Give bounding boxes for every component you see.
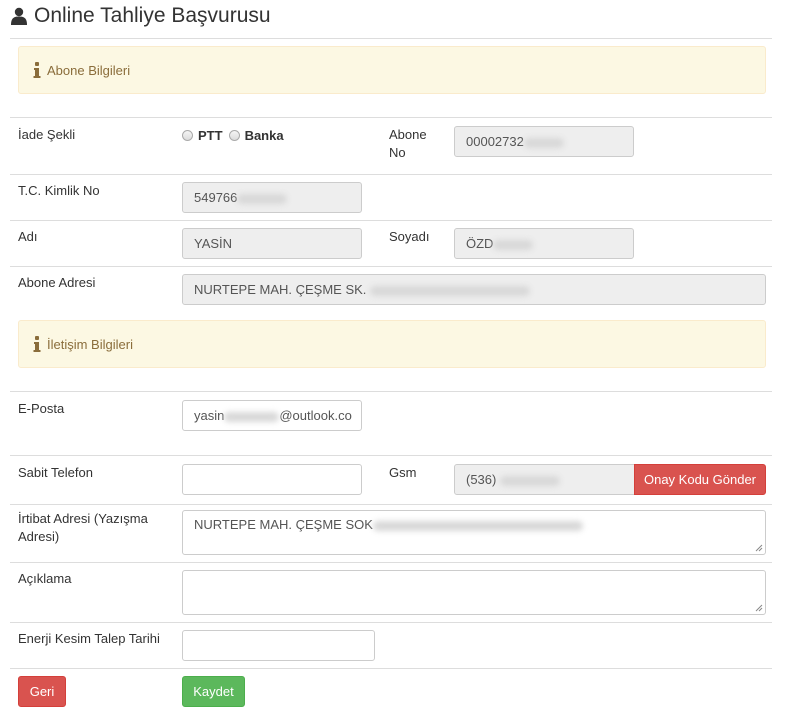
divider (10, 220, 772, 221)
irtibat-adresi-label-line1: İrtibat Adresi (Yazışma (18, 511, 148, 526)
divider (10, 668, 772, 669)
eposta-field[interactable]: yasin @outlook.co (182, 400, 362, 431)
divider (10, 455, 772, 456)
adi-value: YASİN (194, 236, 233, 251)
soyadi-label: Soyadı (389, 229, 430, 244)
tc-value: 549766 (194, 190, 238, 205)
divider (10, 117, 772, 118)
iade-sekli-label: İade Şekli (18, 127, 76, 142)
resize-grip-icon[interactable] (755, 604, 763, 612)
user-icon (10, 7, 28, 25)
iade-sekli-radio-group: PTT Banka (182, 128, 284, 143)
irtibat-adresi-label-line2: Adresi) (18, 529, 60, 544)
banka-radio[interactable] (228, 130, 240, 141)
enerji-kesim-label: Enerji Kesim Talep Tarihi (18, 631, 160, 646)
section-header-iletisim: İletişim Bilgileri (18, 320, 766, 368)
sabit-telefon-field[interactable] (182, 464, 362, 495)
eposta-value-start: yasin (194, 408, 225, 423)
adi-field[interactable]: YASİN (182, 228, 362, 259)
back-button[interactable]: Geri (18, 676, 66, 707)
adi-label: Adı (18, 229, 38, 244)
soyadi-value: ÖZD (466, 236, 494, 251)
eposta-label: E-Posta (18, 401, 65, 416)
abone-adresi-value: NURTEPE MAH. ÇEŞME SK. (194, 282, 367, 297)
abone-no-label: Abone No (389, 126, 427, 162)
divider (10, 622, 772, 623)
info-icon (33, 336, 41, 352)
gsm-field[interactable]: (536) (454, 464, 636, 495)
gsm-label: Gsm (389, 465, 417, 480)
save-button[interactable]: Kaydet (182, 676, 245, 707)
aciklama-label: Açıklama (18, 571, 72, 586)
divider (10, 38, 772, 39)
page-title-text: Online Tahliye Başvurusu (34, 4, 271, 27)
abone-adresi-field[interactable]: NURTEPE MAH. ÇEŞME SK. (182, 274, 766, 305)
info-icon (33, 62, 41, 78)
abone-no-label-line2: No (389, 145, 406, 160)
irtibat-adresi-label: İrtibat Adresi (Yazışma Adresi) (18, 510, 148, 546)
aciklama-textarea[interactable] (182, 570, 766, 615)
gsm-value: (536) (466, 472, 497, 487)
section-title-iletisim: İletişim Bilgileri (47, 336, 133, 352)
resize-grip-icon[interactable] (755, 544, 763, 552)
soyadi-field[interactable]: ÖZD (454, 228, 634, 259)
enerji-kesim-field[interactable] (182, 630, 375, 661)
irtibat-adresi-value: NURTEPE MAH. ÇEŞME SOK (194, 517, 373, 532)
abone-no-label-line1: Abone (389, 127, 427, 142)
abone-no-field[interactable]: 00002732 (454, 126, 634, 157)
abone-no-value: 00002732 (466, 134, 524, 149)
section-title-abone: Abone Bilgileri (47, 62, 131, 78)
section-header-abone: Abone Bilgileri (18, 46, 766, 94)
ptt-radio[interactable] (182, 130, 193, 141)
divider (10, 266, 772, 267)
ptt-label[interactable]: PTT (198, 128, 223, 143)
tc-field[interactable]: 549766 (182, 182, 362, 213)
eposta-value-end: @outlook.co (279, 408, 352, 423)
page-title: Online Tahliye Başvurusu (10, 4, 271, 28)
abone-adresi-label: Abone Adresi (18, 275, 96, 290)
divider (10, 562, 772, 563)
divider (10, 391, 772, 392)
tc-label: T.C. Kimlik No (18, 183, 100, 198)
divider (10, 174, 772, 175)
banka-label[interactable]: Banka (245, 128, 284, 143)
onay-kodu-gonder-button[interactable]: Onay Kodu Gönder (634, 464, 766, 495)
irtibat-adresi-textarea[interactable]: NURTEPE MAH. ÇEŞME SOK (182, 510, 766, 555)
sabit-telefon-label: Sabit Telefon (18, 465, 93, 480)
divider (10, 504, 772, 505)
